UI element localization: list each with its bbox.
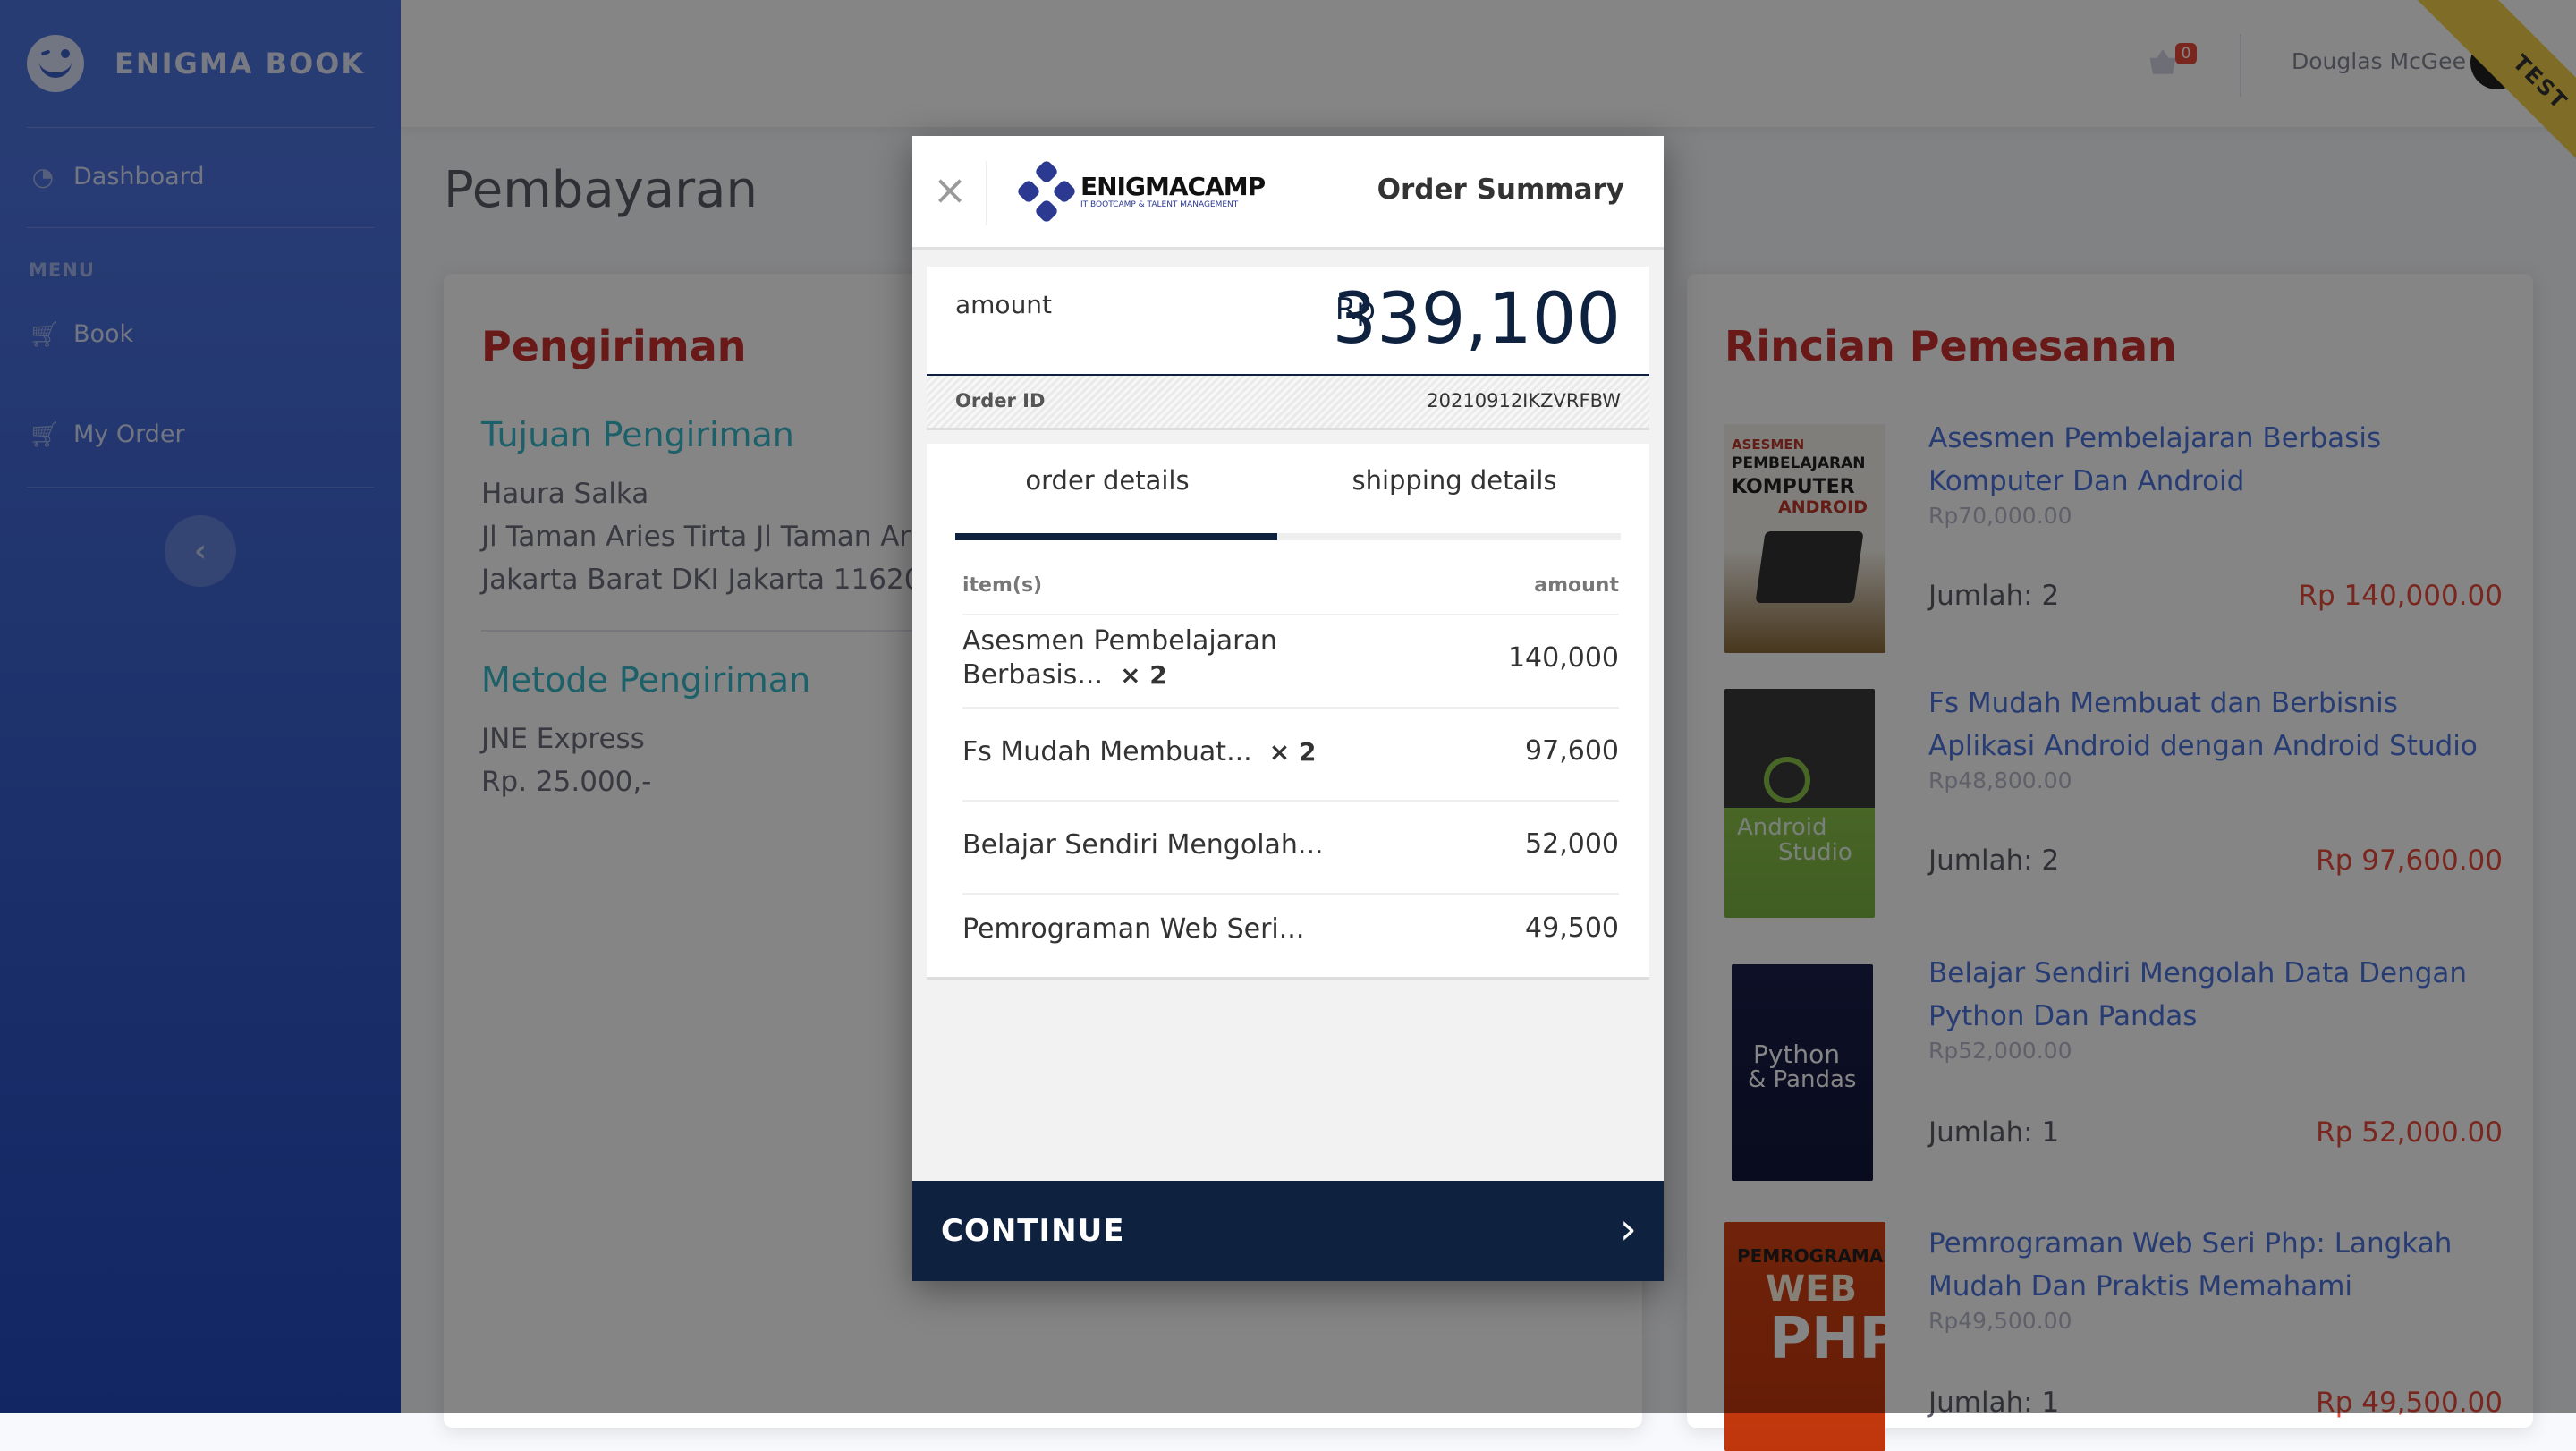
modal-title: Order Summary [1377, 174, 1624, 206]
amount-label: amount [955, 290, 1053, 319]
item-amount: 49,500 [1525, 912, 1619, 944]
item-name: Belajar Sendiri Mengolah... [962, 829, 1324, 861]
item-amount: 52,000 [1525, 828, 1619, 860]
header-divider [986, 161, 987, 225]
total-amount: 339,100 [1332, 279, 1621, 360]
item-name: Pemrograman Web Seri... [962, 913, 1305, 945]
item-name-line: Asesmen Pembelajaran [962, 625, 1277, 657]
tab-track [1277, 533, 1621, 540]
close-icon[interactable]: × [932, 169, 968, 210]
table-row: Asesmen Pembelajaran Berbasis... × 2 140… [962, 614, 1619, 709]
item-quantity: × 2 [1268, 737, 1317, 767]
details-panel: order details shipping details item(s) a… [927, 444, 1649, 980]
column-header-items: item(s) [962, 574, 1043, 597]
tab-indicator [955, 533, 1277, 540]
table-row: Pemrograman Web Seri... 49,500 [962, 893, 1619, 979]
item-amount: 97,600 [1525, 735, 1619, 767]
tab-order-details[interactable]: order details [946, 465, 1268, 496]
item-amount: 140,000 [1507, 642, 1619, 674]
item-name: Asesmen Pembelajaran Berbasis... × 2 [962, 624, 1277, 692]
item-name: Fs Mudah Membuat... × 2 [962, 735, 1316, 769]
table-row: Belajar Sendiri Mengolah... 52,000 [962, 800, 1619, 895]
modal-header: × ENIGMACAMP IT BOOTCAMP & TALENT MANAGE… [912, 136, 1664, 250]
continue-label: CONTINUE [941, 1213, 1125, 1249]
order-id-value: 20210912IKZVRFBW [1427, 390, 1621, 412]
enigmacamp-logo-icon [1018, 161, 1075, 222]
amount-panel: amount Rp 339,100 [927, 267, 1649, 377]
item-name-line: Berbasis... [962, 659, 1104, 691]
continue-button[interactable]: CONTINUE › [912, 1181, 1664, 1281]
order-id-panel: Order ID 20210912IKZVRFBW [927, 376, 1649, 430]
logo-text: ENIGMACAMP [1080, 172, 1266, 201]
column-header-amount: amount [1534, 574, 1619, 597]
order-id-label: Order ID [955, 390, 1046, 412]
enigmacamp-logo: ENIGMACAMP IT BOOTCAMP & TALENT MANAGEME… [1016, 161, 1266, 225]
payment-modal: × ENIGMACAMP IT BOOTCAMP & TALENT MANAGE… [912, 136, 1664, 1281]
item-name-line: Fs Mudah Membuat... [962, 736, 1252, 768]
table-row: Fs Mudah Membuat... × 2 97,600 [962, 707, 1619, 802]
tab-shipping-details[interactable]: shipping details [1293, 465, 1615, 496]
item-quantity: × 2 [1120, 660, 1167, 690]
logo-subtitle: IT BOOTCAMP & TALENT MANAGEMENT [1080, 200, 1239, 209]
chevron-right-icon: › [1619, 1204, 1637, 1254]
